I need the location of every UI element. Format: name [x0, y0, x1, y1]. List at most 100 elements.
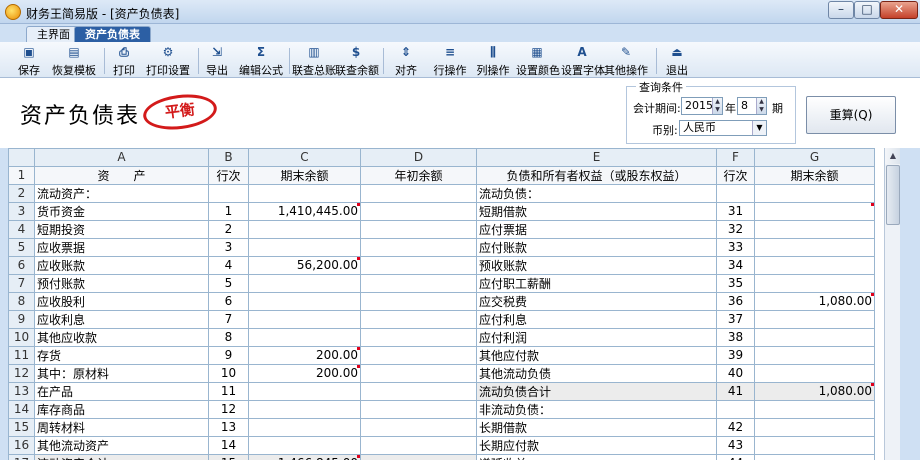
table-cell[interactable]: 长期应付款 [476, 435, 717, 455]
table-cell[interactable]: 40 [716, 363, 755, 383]
table-cell[interactable] [360, 363, 477, 383]
table-cell[interactable]: 其他应付款 [476, 345, 717, 365]
table-cell[interactable] [754, 255, 875, 275]
edit-formula-button[interactable]: Σ 编辑公式 [237, 44, 285, 77]
table-cell[interactable]: 长期借款 [476, 417, 717, 437]
table-cell[interactable]: 42 [716, 417, 755, 437]
table-cell[interactable]: 应付利润 [476, 327, 717, 347]
table-cell[interactable]: 应付职工薪酬 [476, 273, 717, 293]
table-cell[interactable]: 4 [208, 255, 249, 275]
row-number[interactable]: 15 [8, 417, 35, 437]
column-header[interactable]: G [754, 148, 875, 167]
table-cell[interactable]: 应付票据 [476, 219, 717, 239]
table-cell[interactable]: 9 [208, 345, 249, 365]
table-cell[interactable]: 5 [208, 273, 249, 293]
table-cell[interactable]: 应交税费 [476, 291, 717, 311]
table-cell[interactable] [754, 219, 875, 239]
table-cell[interactable] [360, 435, 477, 455]
table-cell[interactable]: 10 [208, 363, 249, 383]
table-cell[interactable]: 13 [208, 417, 249, 437]
table-cell[interactable]: 其中：原材料 [34, 363, 209, 383]
table-cell[interactable]: 34 [716, 255, 755, 275]
row-number[interactable]: 17 [8, 453, 35, 460]
table-cell[interactable] [248, 399, 361, 419]
close-button[interactable]: ✕ [880, 1, 918, 19]
row-ops-button[interactable]: ≡ 行操作 [432, 44, 468, 77]
scroll-thumb[interactable] [886, 165, 900, 225]
table-cell[interactable]: 56,200.00 [248, 255, 361, 275]
minimize-button[interactable]: – [828, 1, 854, 19]
table-cell[interactable]: 应付利息 [476, 309, 717, 329]
table-cell[interactable] [360, 273, 477, 293]
spin-arrows-icon[interactable]: ▲ ▼ [756, 98, 766, 114]
header-cell[interactable]: 行次 [208, 165, 249, 185]
save-button[interactable]: ▣ 保存 [12, 44, 46, 77]
row-number[interactable]: 12 [8, 363, 35, 383]
set-font-button[interactable]: A 设置字体 [561, 44, 605, 77]
row-number[interactable]: 8 [8, 291, 35, 311]
corner-cell[interactable] [8, 148, 35, 167]
row-number[interactable]: 9 [8, 309, 35, 329]
row-number[interactable]: 5 [8, 237, 35, 257]
table-cell[interactable]: 31 [716, 201, 755, 221]
table-cell[interactable]: 周转材料 [34, 417, 209, 437]
table-cell[interactable]: 应付账款 [476, 237, 717, 257]
table-cell[interactable]: 短期借款 [476, 201, 717, 221]
table-cell[interactable]: 应收利息 [34, 309, 209, 329]
table-cell[interactable] [248, 435, 361, 455]
scroll-up-icon[interactable]: ▲ [885, 148, 901, 164]
recalculate-button[interactable]: 重算(Q) [806, 96, 896, 134]
other-ops-button[interactable]: ✎ 其他操作 [604, 44, 648, 77]
table-cell[interactable]: 37 [716, 309, 755, 329]
table-cell[interactable]: 11 [208, 381, 249, 401]
table-cell[interactable] [248, 309, 361, 329]
table-cell[interactable] [360, 291, 477, 311]
row-number[interactable]: 11 [8, 345, 35, 365]
column-header[interactable]: A [34, 148, 209, 167]
table-cell[interactable]: 41 [716, 381, 755, 401]
header-cell[interactable]: 负债和所有者权益（或股东权益） [476, 165, 717, 185]
print-settings-button[interactable]: ⚙ 打印设置 [144, 44, 192, 77]
year-stepper[interactable]: 2015 ▲ ▼ [681, 97, 723, 115]
table-cell[interactable] [360, 453, 477, 460]
table-cell[interactable]: 1,410,445.00 [248, 201, 361, 221]
table-cell[interactable]: 2 [208, 219, 249, 239]
set-color-button[interactable]: ▦ 设置颜色 [516, 44, 560, 77]
table-cell[interactable] [360, 327, 477, 347]
table-cell[interactable] [754, 273, 875, 293]
currency-select[interactable]: 人民币 ▼ [679, 120, 767, 136]
exit-button[interactable]: ⏏ 退出 [663, 44, 691, 77]
col-ops-button[interactable]: ⫼ 列操作 [475, 44, 511, 77]
table-cell[interactable] [716, 399, 755, 419]
table-cell[interactable]: 存货 [34, 345, 209, 365]
header-cell[interactable]: 年初余额 [360, 165, 477, 185]
table-cell[interactable]: 其他流动负债 [476, 363, 717, 383]
row-number[interactable]: 13 [8, 381, 35, 401]
table-cell[interactable] [360, 219, 477, 239]
table-cell[interactable] [716, 183, 755, 203]
row-number[interactable]: 14 [8, 399, 35, 419]
row-number[interactable]: 10 [8, 327, 35, 347]
table-cell[interactable] [360, 417, 477, 437]
table-cell[interactable] [754, 327, 875, 347]
table-cell[interactable] [754, 453, 875, 460]
table-cell[interactable]: 43 [716, 435, 755, 455]
table-cell[interactable]: 39 [716, 345, 755, 365]
row-number[interactable]: 2 [8, 183, 35, 203]
table-cell[interactable]: 6 [208, 291, 249, 311]
table-cell[interactable]: 44 [716, 453, 755, 460]
table-cell[interactable]: 流动资产合计 [34, 453, 209, 460]
row-number[interactable]: 7 [8, 273, 35, 293]
table-cell[interactable]: 1,080.00 [754, 381, 875, 401]
table-cell[interactable]: 38 [716, 327, 755, 347]
table-cell[interactable] [208, 183, 249, 203]
table-cell[interactable] [360, 255, 477, 275]
table-cell[interactable]: 在产品 [34, 381, 209, 401]
table-cell[interactable]: 3 [208, 237, 249, 257]
row-number[interactable]: 6 [8, 255, 35, 275]
table-cell[interactable] [248, 291, 361, 311]
column-header[interactable]: F [716, 148, 755, 167]
row-number[interactable]: 1 [8, 165, 35, 185]
header-cell[interactable]: 期末余额 [754, 165, 875, 185]
spin-arrows-icon[interactable]: ▲ ▼ [712, 98, 722, 114]
